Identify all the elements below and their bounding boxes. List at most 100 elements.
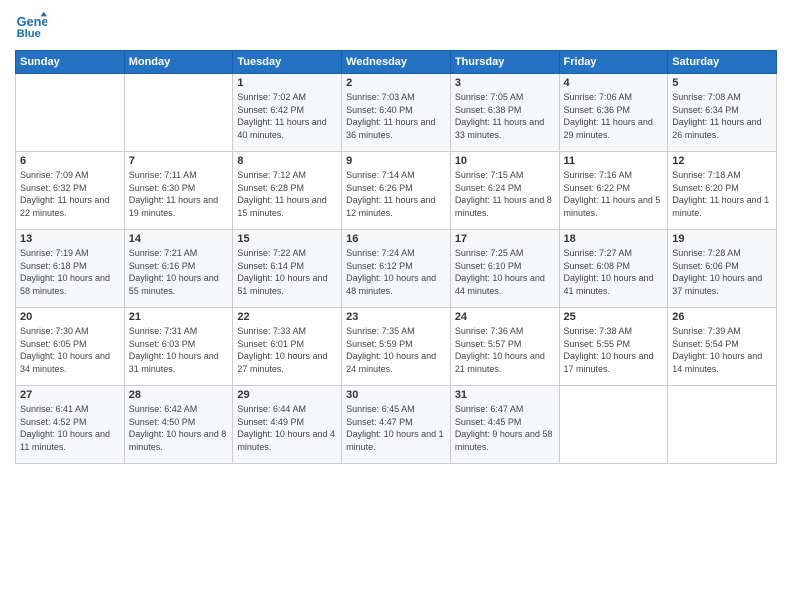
day-number: 5 xyxy=(672,77,772,89)
logo: General Blue xyxy=(15,10,47,42)
day-number: 17 xyxy=(455,233,555,245)
calendar-cell: 27Sunrise: 6:41 AM Sunset: 4:52 PM Dayli… xyxy=(16,386,125,464)
day-number: 15 xyxy=(237,233,337,245)
day-number: 8 xyxy=(237,155,337,167)
day-number: 25 xyxy=(564,311,664,323)
day-info: Sunrise: 7:31 AM Sunset: 6:03 PM Dayligh… xyxy=(129,325,229,375)
calendar-cell: 30 Sunrise: 6:45 AM Sunset: 4:47 PM Dayli… xyxy=(342,386,451,464)
day-number: 2 xyxy=(346,77,446,89)
calendar-cell xyxy=(668,386,777,464)
calendar-cell: 2 Sunrise: 7:03 AM Sunset: 6:40 PM Daylig… xyxy=(342,74,451,152)
day-number: 21 xyxy=(129,311,229,323)
day-number: 10 xyxy=(455,155,555,167)
calendar-cell: 31 Sunrise: 6:47 AM Sunset: 4:45 PM Dayli… xyxy=(450,386,559,464)
calendar-cell: 16 Sunrise: 7:24 AM Sunset: 6:12 PM Dayli… xyxy=(342,230,451,308)
calendar-cell: 13 Sunrise: 7:19 AM Sunset: 6:18 PM Dayli… xyxy=(16,230,125,308)
day-number: 7 xyxy=(129,155,229,167)
day-number: 16 xyxy=(346,233,446,245)
calendar-cell: 10 Sunrise: 7:15 AM Sunset: 6:24 PM Dayli… xyxy=(450,152,559,230)
day-number: 20 xyxy=(20,311,120,323)
day-info: Sunrise: 7:24 AM Sunset: 6:12 PM Dayligh… xyxy=(346,247,446,297)
calendar-cell: 8 Sunrise: 7:12 AM Sunset: 6:28 PM Daylig… xyxy=(233,152,342,230)
calendar-cell: 18Sunrise: 7:27 AM Sunset: 6:08 PM Dayli… xyxy=(559,230,668,308)
calendar-cell: 15 Sunrise: 7:22 AM Sunset: 6:14 PM Dayli… xyxy=(233,230,342,308)
calendar-cell: 24 Sunrise: 7:36 AM Sunset: 5:57 PM Dayli… xyxy=(450,308,559,386)
day-number: 19 xyxy=(672,233,772,245)
day-info: Sunrise: 7:39 AM Sunset: 5:54 PM Dayligh… xyxy=(672,325,772,375)
day-number: 23 xyxy=(346,311,446,323)
day-info: Sunrise: 7:27 AM Sunset: 6:08 PM Dayligh… xyxy=(564,247,664,297)
day-info: Sunrise: 6:47 AM Sunset: 4:45 PM Dayligh… xyxy=(455,403,555,453)
day-number: 1 xyxy=(237,77,337,89)
calendar-cell: 6 Sunrise: 7:09 AM Sunset: 6:32 PM Daylig… xyxy=(16,152,125,230)
calendar-cell xyxy=(559,386,668,464)
calendar-table: SundayMondayTuesdayWednesdayThursdayFrid… xyxy=(15,50,777,464)
day-info: Sunrise: 7:30 AM Sunset: 6:05 PM Dayligh… xyxy=(20,325,120,375)
day-number: 11 xyxy=(564,155,664,167)
page-header: General Blue xyxy=(15,10,777,42)
calendar-cell: 25 Sunrise: 7:38 AM Sunset: 5:55 PM Dayli… xyxy=(559,308,668,386)
day-info: Sunrise: 6:44 AM Sunset: 4:49 PM Dayligh… xyxy=(237,403,337,453)
calendar-cell: 22 Sunrise: 7:33 AM Sunset: 6:01 PM Dayli… xyxy=(233,308,342,386)
calendar-cell xyxy=(16,74,125,152)
day-number: 29 xyxy=(237,389,337,401)
calendar-cell: 19 Sunrise: 7:28 AM Sunset: 6:06 PM Dayli… xyxy=(668,230,777,308)
calendar-cell: 17Sunrise: 7:25 AM Sunset: 6:10 PM Dayli… xyxy=(450,230,559,308)
svg-text:Blue: Blue xyxy=(17,28,41,40)
calendar-cell: 5 Sunrise: 7:08 AM Sunset: 6:34 PM Daylig… xyxy=(668,74,777,152)
day-number: 24 xyxy=(455,311,555,323)
day-number: 3 xyxy=(455,77,555,89)
day-info: Sunrise: 7:16 AM Sunset: 6:22 PM Dayligh… xyxy=(564,169,664,219)
day-info: Sunrise: 7:36 AM Sunset: 5:57 PM Dayligh… xyxy=(455,325,555,375)
calendar-cell: 28 Sunrise: 6:42 AM Sunset: 4:50 PM Dayli… xyxy=(124,386,233,464)
calendar-cell: 23 Sunrise: 7:35 AM Sunset: 5:59 PM Dayli… xyxy=(342,308,451,386)
day-number: 30 xyxy=(346,389,446,401)
calendar-cell: 9Sunrise: 7:14 AM Sunset: 6:26 PM Daylig… xyxy=(342,152,451,230)
day-number: 12 xyxy=(672,155,772,167)
day-info: Sunrise: 7:09 AM Sunset: 6:32 PM Dayligh… xyxy=(20,169,120,219)
day-number: 28 xyxy=(129,389,229,401)
day-info: Sunrise: 7:21 AM Sunset: 6:16 PM Dayligh… xyxy=(129,247,229,297)
day-info: Sunrise: 7:35 AM Sunset: 5:59 PM Dayligh… xyxy=(346,325,446,375)
calendar-cell: 11 Sunrise: 7:16 AM Sunset: 6:22 PM Dayli… xyxy=(559,152,668,230)
day-info: Sunrise: 7:08 AM Sunset: 6:34 PM Dayligh… xyxy=(672,91,772,141)
day-info: Sunrise: 7:14 AM Sunset: 6:26 PM Dayligh… xyxy=(346,169,446,219)
day-number: 22 xyxy=(237,311,337,323)
weekday-header-saturday: Saturday xyxy=(668,51,777,74)
weekday-header-sunday: Sunday xyxy=(16,51,125,74)
calendar-cell: 7Sunrise: 7:11 AM Sunset: 6:30 PM Daylig… xyxy=(124,152,233,230)
day-info: Sunrise: 6:42 AM Sunset: 4:50 PM Dayligh… xyxy=(129,403,229,453)
day-info: Sunrise: 7:12 AM Sunset: 6:28 PM Dayligh… xyxy=(237,169,337,219)
day-info: Sunrise: 7:15 AM Sunset: 6:24 PM Dayligh… xyxy=(455,169,555,219)
logo-icon: General Blue xyxy=(15,10,47,42)
calendar-cell: 4 Sunrise: 7:06 AM Sunset: 6:36 PM Daylig… xyxy=(559,74,668,152)
day-info: Sunrise: 7:02 AM Sunset: 6:42 PM Dayligh… xyxy=(237,91,337,141)
day-info: Sunrise: 7:18 AM Sunset: 6:20 PM Dayligh… xyxy=(672,169,772,219)
day-number: 26 xyxy=(672,311,772,323)
day-info: Sunrise: 6:45 AM Sunset: 4:47 PM Dayligh… xyxy=(346,403,446,453)
calendar-cell: 21 Sunrise: 7:31 AM Sunset: 6:03 PM Dayli… xyxy=(124,308,233,386)
day-info: Sunrise: 7:22 AM Sunset: 6:14 PM Dayligh… xyxy=(237,247,337,297)
day-number: 6 xyxy=(20,155,120,167)
day-info: Sunrise: 7:19 AM Sunset: 6:18 PM Dayligh… xyxy=(20,247,120,297)
calendar-cell: 14 Sunrise: 7:21 AM Sunset: 6:16 PM Dayli… xyxy=(124,230,233,308)
day-info: Sunrise: 7:03 AM Sunset: 6:40 PM Dayligh… xyxy=(346,91,446,141)
day-info: Sunrise: 7:33 AM Sunset: 6:01 PM Dayligh… xyxy=(237,325,337,375)
day-info: Sunrise: 7:06 AM Sunset: 6:36 PM Dayligh… xyxy=(564,91,664,141)
day-info: Sunrise: 7:28 AM Sunset: 6:06 PM Dayligh… xyxy=(672,247,772,297)
day-info: Sunrise: 7:38 AM Sunset: 5:55 PM Dayligh… xyxy=(564,325,664,375)
calendar-cell: 1 Sunrise: 7:02 AM Sunset: 6:42 PM Daylig… xyxy=(233,74,342,152)
calendar-cell: 3 Sunrise: 7:05 AM Sunset: 6:38 PM Daylig… xyxy=(450,74,559,152)
day-number: 13 xyxy=(20,233,120,245)
day-info: Sunrise: 6:41 AM Sunset: 4:52 PM Dayligh… xyxy=(20,403,120,453)
calendar-cell xyxy=(124,74,233,152)
weekday-header-tuesday: Tuesday xyxy=(233,51,342,74)
day-number: 14 xyxy=(129,233,229,245)
day-number: 31 xyxy=(455,389,555,401)
calendar-cell: 20 Sunrise: 7:30 AM Sunset: 6:05 PM Dayli… xyxy=(16,308,125,386)
weekday-header-wednesday: Wednesday xyxy=(342,51,451,74)
day-info: Sunrise: 7:05 AM Sunset: 6:38 PM Dayligh… xyxy=(455,91,555,141)
calendar-cell: 29 Sunrise: 6:44 AM Sunset: 4:49 PM Dayli… xyxy=(233,386,342,464)
calendar-cell: 12 Sunrise: 7:18 AM Sunset: 6:20 PM Dayli… xyxy=(668,152,777,230)
day-number: 4 xyxy=(564,77,664,89)
